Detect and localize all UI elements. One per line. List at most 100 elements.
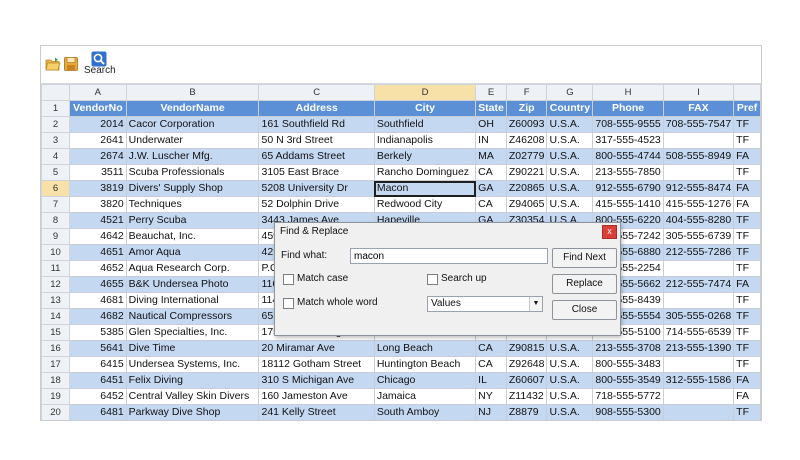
save-icon[interactable] xyxy=(63,56,79,72)
table-cell[interactable]: 718-555-5772 xyxy=(592,388,664,405)
table-cell[interactable]: Z90221 xyxy=(505,164,548,181)
table-cell[interactable]: 65 Addams Street xyxy=(258,148,375,165)
row-number[interactable]: 17 xyxy=(41,356,70,373)
field-header-cell[interactable]: Pref xyxy=(733,100,761,117)
replace-button[interactable]: Replace xyxy=(552,274,617,294)
search-up-checkbox[interactable] xyxy=(427,274,438,285)
table-cell[interactable]: 800-555-3549 xyxy=(592,372,664,389)
table-cell[interactable]: Diving International xyxy=(125,292,260,309)
table-cell[interactable]: 908-555-5300 xyxy=(592,404,664,420)
table-cell[interactable]: 305-555-6739 xyxy=(662,228,735,245)
field-header-cell[interactable]: FAX xyxy=(662,100,735,117)
table-cell[interactable]: 708-555-7547 xyxy=(662,116,735,133)
find-next-button[interactable]: Find Next xyxy=(552,248,617,268)
table-cell[interactable]: Southfield xyxy=(373,116,477,133)
table-cell[interactable]: Dive Time xyxy=(125,340,260,357)
field-header-cell[interactable]: Zip xyxy=(505,100,548,117)
field-header-cell[interactable]: Country xyxy=(546,100,594,117)
row-number[interactable]: 14 xyxy=(41,308,70,325)
table-cell[interactable]: TF xyxy=(733,260,761,277)
table-cell[interactable]: CA xyxy=(475,196,507,213)
table-cell[interactable]: 4521 xyxy=(69,212,127,229)
corner-cell[interactable] xyxy=(41,84,70,101)
table-cell[interactable]: FA xyxy=(733,372,761,389)
table-cell[interactable]: 3105 East Brace xyxy=(258,164,375,181)
table-cell[interactable]: TF xyxy=(733,132,761,149)
table-cell[interactable]: 4655 xyxy=(69,276,127,293)
table-cell[interactable] xyxy=(662,260,735,277)
table-cell[interactable]: 213-555-7850 xyxy=(592,164,664,181)
table-cell[interactable]: TF xyxy=(733,212,761,229)
row-number[interactable]: 18 xyxy=(41,372,70,389)
row-number[interactable]: 7 xyxy=(41,196,70,213)
table-cell[interactable]: Macon xyxy=(373,180,477,197)
column-header[interactable]: F xyxy=(505,84,548,101)
row-number[interactable]: 8 xyxy=(41,212,70,229)
column-header[interactable] xyxy=(733,84,761,101)
field-header-cell[interactable]: State xyxy=(475,100,507,117)
table-cell[interactable]: 800-555-3483 xyxy=(592,356,664,373)
table-cell[interactable]: U.S.A. xyxy=(546,164,594,181)
table-cell[interactable]: Parkway Dive Shop xyxy=(125,404,260,420)
table-cell[interactable]: TF xyxy=(733,292,761,309)
table-cell[interactable]: GA xyxy=(475,180,507,197)
row-number[interactable]: 3 xyxy=(41,132,70,149)
table-cell[interactable]: IL xyxy=(475,372,507,389)
row-number[interactable]: 10 xyxy=(41,244,70,261)
table-cell[interactable]: FA xyxy=(733,276,761,293)
table-cell[interactable]: 212-555-7474 xyxy=(662,276,735,293)
table-cell[interactable]: 5641 xyxy=(69,340,127,357)
table-cell[interactable]: 20 Miramar Ave xyxy=(258,340,375,357)
table-cell[interactable]: CA xyxy=(475,340,507,357)
table-cell[interactable]: 3511 xyxy=(69,164,127,181)
table-cell[interactable]: Berkely xyxy=(373,148,477,165)
table-cell[interactable]: Divers' Supply Shop xyxy=(125,180,260,197)
table-cell[interactable]: TF xyxy=(733,244,761,261)
table-cell[interactable]: U.S.A. xyxy=(546,180,594,197)
table-cell[interactable]: CA xyxy=(475,356,507,373)
table-cell[interactable]: 2674 xyxy=(69,148,127,165)
find-what-input[interactable] xyxy=(350,248,548,264)
table-cell[interactable]: 213-555-3708 xyxy=(592,340,664,357)
table-cell[interactable]: OH xyxy=(475,116,507,133)
table-cell[interactable]: Scuba Professionals xyxy=(125,164,260,181)
match-case-checkbox[interactable] xyxy=(283,274,294,285)
column-header[interactable]: E xyxy=(475,84,507,101)
table-cell[interactable]: Rancho Dominguez xyxy=(373,164,477,181)
field-header-cell[interactable]: City xyxy=(373,100,477,117)
table-cell[interactable]: 6451 xyxy=(69,372,127,389)
match-whole-word-checkbox[interactable] xyxy=(283,298,294,309)
row-number[interactable]: 5 xyxy=(41,164,70,181)
row-number[interactable]: 12 xyxy=(41,276,70,293)
table-cell[interactable]: 6481 xyxy=(69,404,127,420)
table-cell[interactable]: 312-555-1586 xyxy=(662,372,735,389)
table-cell[interactable]: Aqua Research Corp. xyxy=(125,260,260,277)
column-header[interactable]: H xyxy=(592,84,664,101)
table-cell[interactable]: 415-555-1410 xyxy=(592,196,664,213)
table-cell[interactable]: U.S.A. xyxy=(546,132,594,149)
table-cell[interactable]: Z8879 xyxy=(505,404,548,420)
table-cell[interactable]: NJ xyxy=(475,404,507,420)
row-number[interactable]: 20 xyxy=(41,404,70,420)
close-button[interactable]: Close xyxy=(552,300,617,320)
table-cell[interactable]: U.S.A. xyxy=(546,404,594,420)
table-cell[interactable]: 415-555-1276 xyxy=(662,196,735,213)
table-cell[interactable]: 4651 xyxy=(69,244,127,261)
field-header-cell[interactable]: Address xyxy=(258,100,375,117)
table-cell[interactable]: Undersea Systems, Inc. xyxy=(125,356,260,373)
table-cell[interactable]: Nautical Compressors xyxy=(125,308,260,325)
table-cell[interactable]: U.S.A. xyxy=(546,340,594,357)
table-cell[interactable]: 2014 xyxy=(69,116,127,133)
table-cell[interactable]: Z46208 xyxy=(505,132,548,149)
column-header[interactable]: G xyxy=(546,84,594,101)
table-cell[interactable]: U.S.A. xyxy=(546,372,594,389)
column-header[interactable]: C xyxy=(258,84,375,101)
table-cell[interactable]: TF xyxy=(733,164,761,181)
table-cell[interactable]: Z11432 xyxy=(505,388,548,405)
table-cell[interactable]: 18112 Gotham Street xyxy=(258,356,375,373)
open-folder-icon[interactable] xyxy=(45,56,61,72)
table-cell[interactable]: FA xyxy=(733,388,761,405)
table-cell[interactable]: U.S.A. xyxy=(546,356,594,373)
table-cell[interactable]: 2641 xyxy=(69,132,127,149)
table-cell[interactable] xyxy=(662,356,735,373)
